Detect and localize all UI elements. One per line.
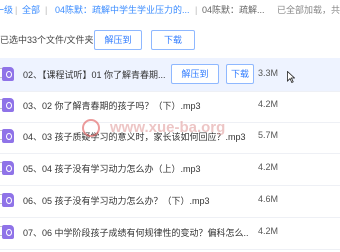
row-download-button[interactable]: 下载 — [226, 64, 254, 84]
breadcrumb-separator: | — [15, 5, 18, 15]
audio-file-icon — [2, 193, 14, 207]
file-name[interactable]: 03、02 你了解青春期的孩子吗？（下）.mp3 — [23, 99, 248, 112]
toolbar: 已选中33个文件/文件夹 解压到 下载 — [0, 28, 340, 52]
file-row[interactable]: 05、04 孩子没有学习动力怎么办（上）.mp3 4.2M — [0, 152, 340, 186]
breadcrumb-parent-folder[interactable]: 04陈默：疏解中学生学业压力的... — [55, 0, 190, 20]
watermark: www.xue-ba.org — [82, 117, 242, 139]
file-size: 4.2M — [258, 162, 279, 172]
breadcrumb-separator: | — [45, 5, 48, 15]
file-name[interactable]: 02、【课程试听】01 你了解青春期... — [23, 68, 168, 81]
file-size: 4.2M — [258, 226, 279, 236]
file-size: 5.7M — [258, 130, 279, 140]
mouse-cursor-icon — [287, 71, 295, 83]
watermark-text: www.xue-ba.org — [110, 119, 226, 136]
audio-file-icon — [2, 161, 14, 175]
row-unzip-button[interactable]: 解压到 — [171, 64, 219, 84]
file-row[interactable]: 06、05 孩子没有学习动力怎么办？（下）.mp3 4.6M — [0, 184, 340, 218]
breadcrumb-current-folder: 04陈默：疏解... — [202, 5, 265, 15]
file-row[interactable]: 07、06 中学阶段孩子成绩有何规律性的变动？偏科怎么... 4.2M — [0, 216, 340, 250]
file-name[interactable]: 06、05 孩子没有学习动力怎么办？（下）.mp3 — [23, 194, 248, 207]
download-button[interactable]: 下载 — [151, 30, 195, 50]
breadcrumb-up-level[interactable]: 一级 — [0, 0, 13, 20]
file-name[interactable]: 07、06 中学阶段孩子成绩有何规律性的变动？偏科怎么... — [23, 226, 248, 239]
breadcrumb-separator: | — [195, 5, 198, 15]
selection-summary: 已选中33个文件/文件夹 — [0, 35, 94, 45]
audio-file-icon — [2, 225, 14, 239]
file-list: 02、【课程试听】01 你了解青春期... 解压到 下载 3.3M 03、02 … — [0, 58, 340, 252]
unzip-button[interactable]: 解压到 — [94, 30, 142, 50]
file-name[interactable]: 05、04 孩子没有学习动力怎么办（上）.mp3 — [23, 162, 248, 175]
file-size: 4.6M — [258, 194, 279, 204]
load-status: 已全部加载，共 — [277, 5, 340, 15]
audio-file-icon — [2, 129, 14, 143]
breadcrumb: 一级 | 全部 | 04陈默：疏解中学生学业压力的... | 04陈默：疏解..… — [0, 0, 340, 20]
file-size: 3.3M — [258, 68, 279, 78]
file-size: 4.2M — [258, 99, 279, 109]
audio-file-icon — [2, 67, 14, 81]
watermark-logo-icon — [82, 119, 100, 137]
breadcrumb-all[interactable]: 全部 — [22, 0, 40, 20]
audio-file-icon — [2, 98, 14, 112]
